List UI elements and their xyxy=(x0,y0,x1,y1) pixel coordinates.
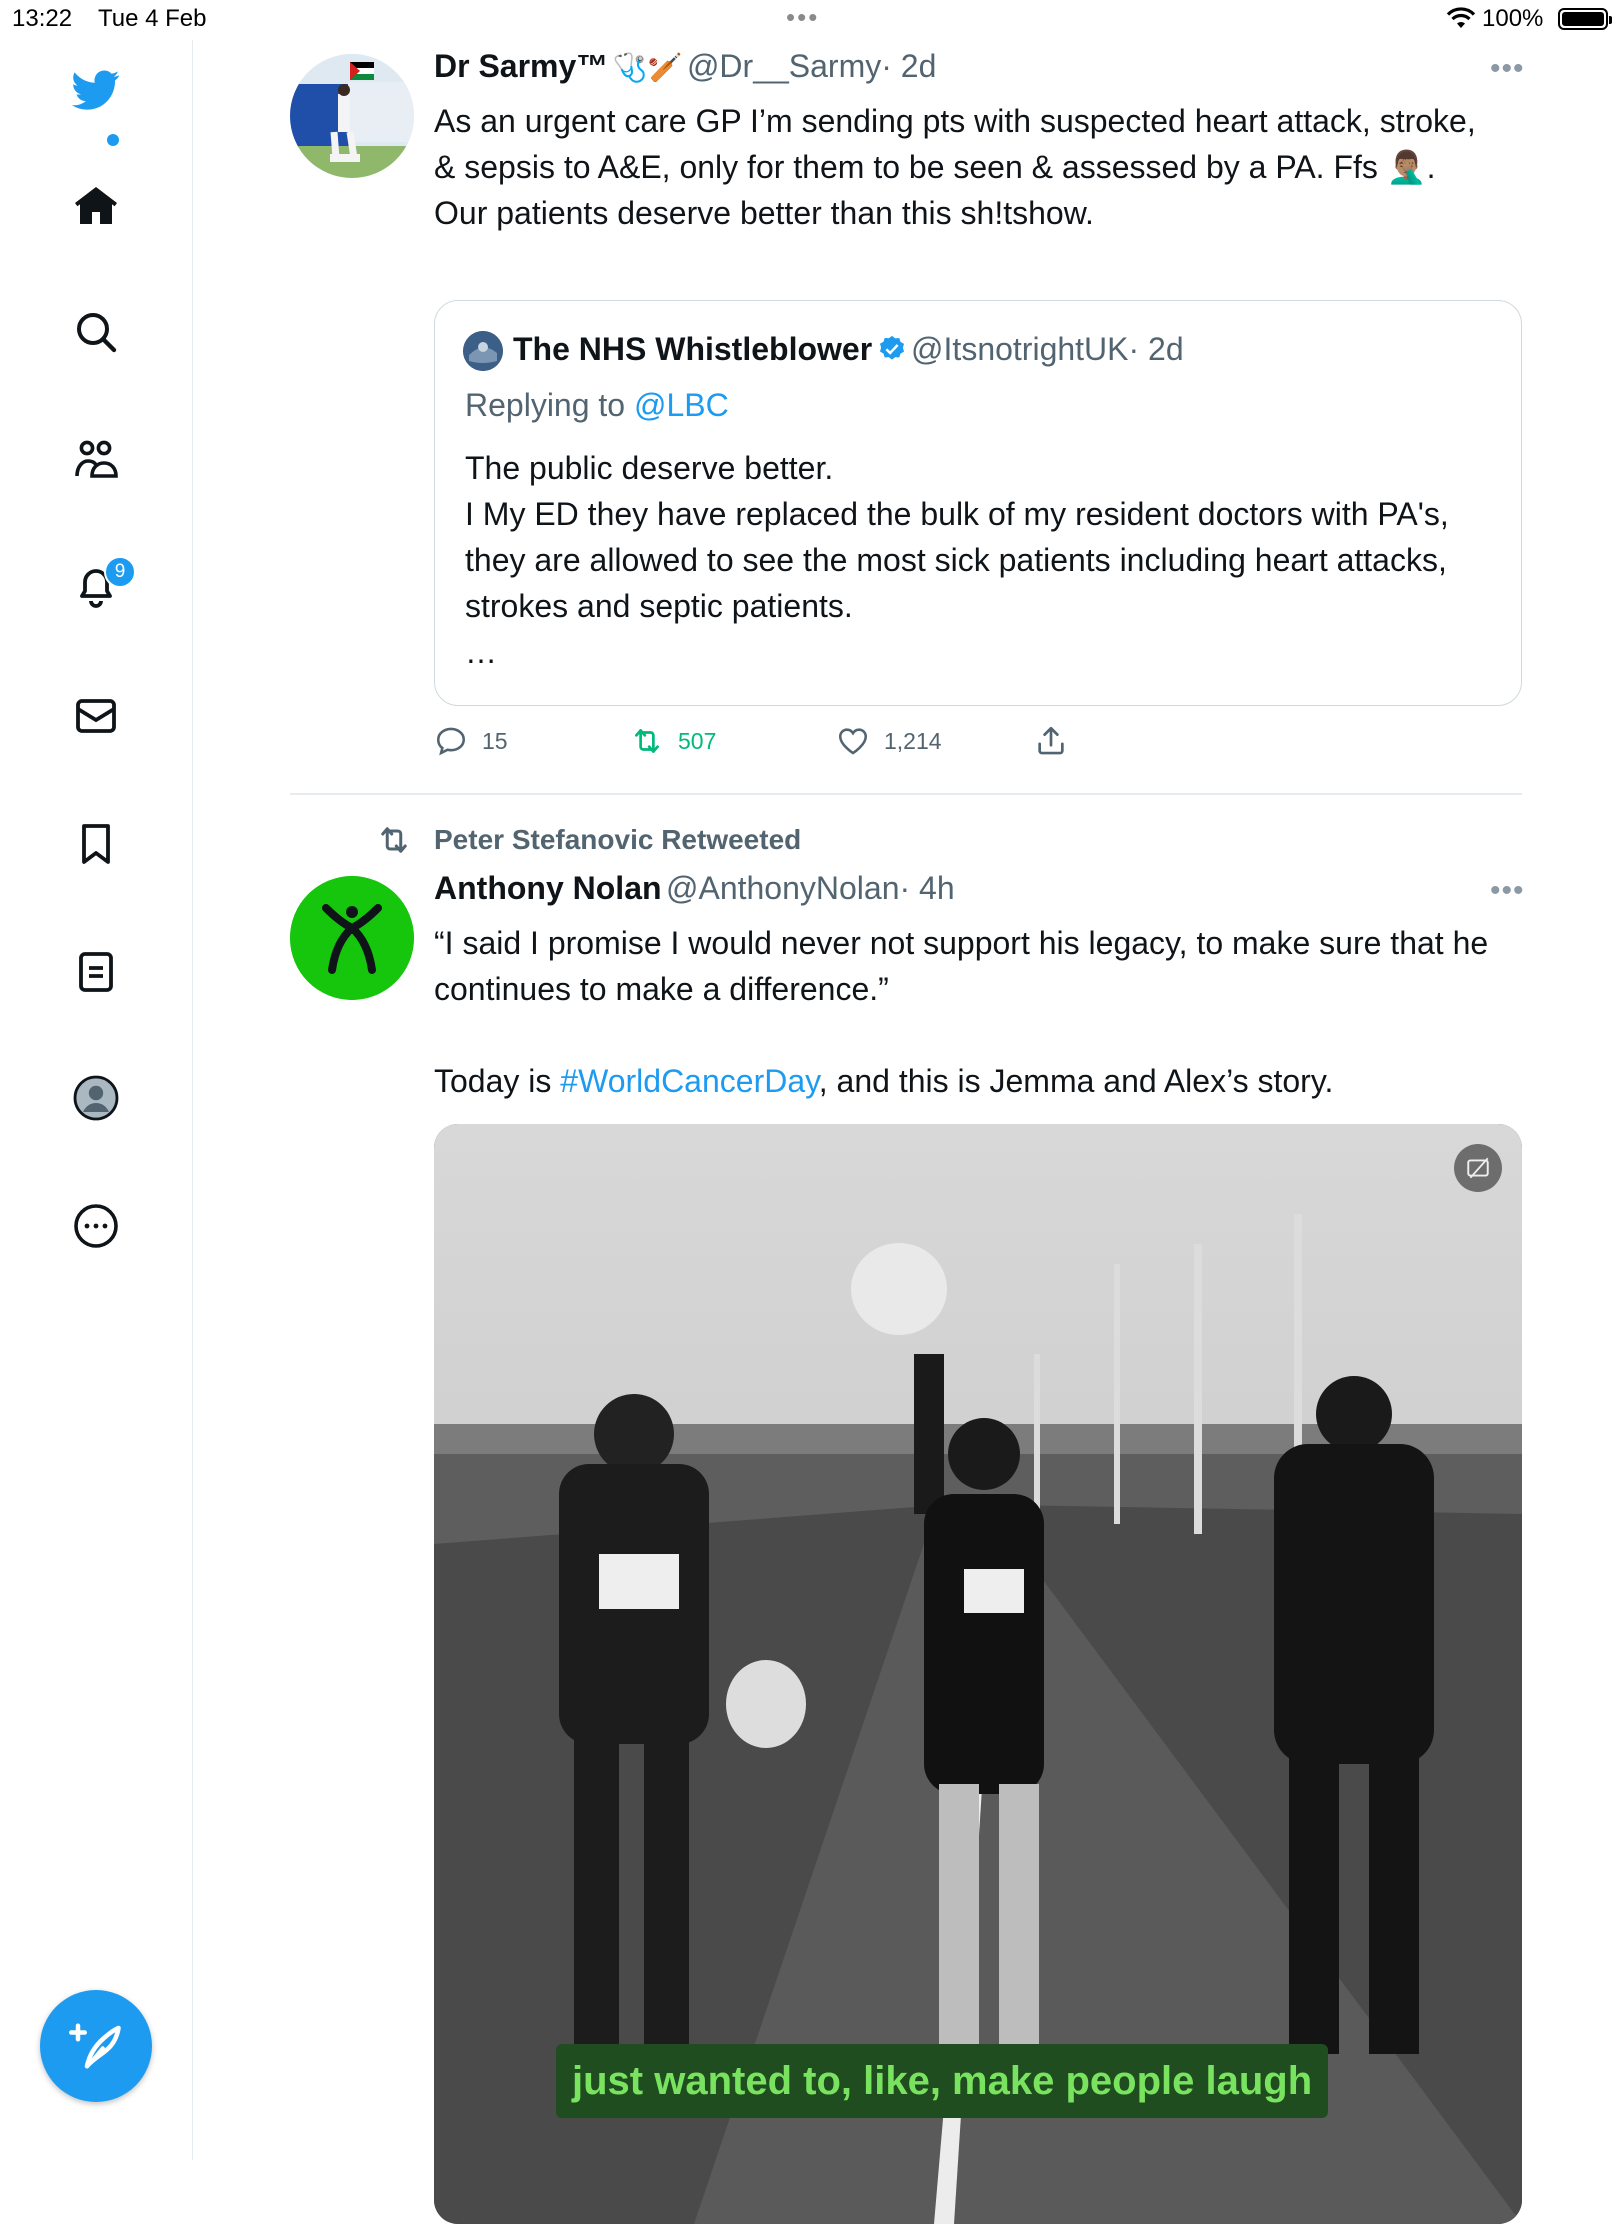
search-icon[interactable] xyxy=(70,306,122,358)
retweet-count: 507 xyxy=(678,727,717,754)
compose-tweet-button[interactable] xyxy=(40,1990,152,2102)
quote-age: · 2d xyxy=(1128,331,1184,367)
tweet-age: · 4h xyxy=(899,870,955,906)
lists-icon[interactable] xyxy=(70,946,122,998)
avatar[interactable] xyxy=(290,876,414,1000)
verified-badge-icon xyxy=(879,335,904,360)
reply-button[interactable]: 15 xyxy=(434,724,508,758)
share-button[interactable] xyxy=(1034,724,1068,758)
home-icon[interactable] xyxy=(70,180,122,232)
tweet-text: As an urgent care GP I’m sending pts wit… xyxy=(434,103,1476,231)
tweet-more-icon[interactable]: ••• xyxy=(1490,52,1525,86)
name-emoji: 🩺🏏 xyxy=(612,52,683,83)
twitter-bird-icon[interactable] xyxy=(70,64,122,116)
tweet-text: “I said I promise I would never not supp… xyxy=(434,925,1489,1007)
quoted-tweet[interactable]: The NHS Whistleblower @ItsnotrightUK· 2d… xyxy=(434,300,1522,706)
battery-icon xyxy=(1558,8,1612,30)
tweet-video[interactable]: just wanted to, like, make people laugh xyxy=(434,1124,1522,2224)
status-date: Tue 4 Feb xyxy=(98,5,207,32)
quote-text: The public deserve better. I My ED they … xyxy=(465,450,1449,670)
retweeted-by[interactable]: Peter Stefanovic Retweeted xyxy=(434,824,801,856)
reply-count: 15 xyxy=(482,727,508,754)
video-caption: just wanted to, like, make people laugh xyxy=(556,2044,1329,2118)
tweet-header: Dr Sarmy™ 🩺🏏 @Dr__Sarmy· 2d xyxy=(434,48,936,85)
tweet-text-line2: Today is #WorldCancerDay, and this is Je… xyxy=(434,1058,1524,1104)
wifi-icon xyxy=(1446,7,1476,28)
text-prefix: Today is xyxy=(434,1063,561,1099)
heart-icon xyxy=(838,728,868,755)
quote-header: The NHS Whistleblower @ItsnotrightUK· 2d xyxy=(513,331,1184,368)
status-bar: 13:22 Tue 4 Feb ••• 100% xyxy=(0,0,1620,40)
retweet-icon xyxy=(635,729,659,753)
quote-author-name: The NHS Whistleblower xyxy=(513,331,873,367)
home-unread-dot xyxy=(107,134,119,146)
author-handle[interactable]: @Dr__Sarmy xyxy=(687,48,881,84)
tweet-age: · 2d xyxy=(881,48,937,84)
tweet-header: Anthony Nolan @AnthonyNolan· 4h xyxy=(434,870,955,907)
status-time: 13:22 xyxy=(12,5,73,32)
like-button[interactable]: 1,214 xyxy=(836,724,942,758)
mail-icon[interactable] xyxy=(70,690,122,742)
communities-icon[interactable] xyxy=(70,434,122,486)
battery-percent: 100% xyxy=(1482,5,1544,32)
like-count: 1,214 xyxy=(884,727,942,754)
replying-to-link[interactable]: @LBC xyxy=(634,387,729,423)
author-name[interactable]: Dr Sarmy™ xyxy=(434,48,608,84)
tweet-divider xyxy=(290,793,1522,795)
profile-icon[interactable] xyxy=(70,1072,122,1124)
tweet-more-icon[interactable]: ••• xyxy=(1490,874,1525,908)
picture-in-picture-icon[interactable] xyxy=(1454,1144,1502,1192)
more-icon[interactable] xyxy=(70,1200,122,1252)
compose-feather-icon xyxy=(69,2023,121,2069)
retweeted-by-icon xyxy=(374,822,414,858)
notifications-badge: 9 xyxy=(104,556,136,588)
replying-to: Replying to @LBC xyxy=(465,387,729,424)
avatar[interactable] xyxy=(290,54,414,178)
share-icon xyxy=(1038,726,1064,755)
bookmark-icon[interactable] xyxy=(70,818,122,870)
replying-prefix: Replying to xyxy=(465,387,626,423)
multitasking-dots-icon[interactable]: ••• xyxy=(786,2,819,33)
retweet-button[interactable]: 507 xyxy=(630,724,716,758)
hashtag-link[interactable]: #WorldCancerDay xyxy=(560,1063,818,1099)
quote-avatar xyxy=(463,331,503,371)
text-suffix: , and this is Jemma and Alex’s story. xyxy=(818,1063,1334,1099)
author-handle[interactable]: @AnthonyNolan xyxy=(666,870,900,906)
author-name[interactable]: Anthony Nolan xyxy=(434,870,662,906)
reply-icon xyxy=(436,727,466,756)
quote-author-handle: @ItsnotrightUK xyxy=(911,331,1129,367)
tweet-actions: 15 507 1,214 xyxy=(434,724,1234,764)
